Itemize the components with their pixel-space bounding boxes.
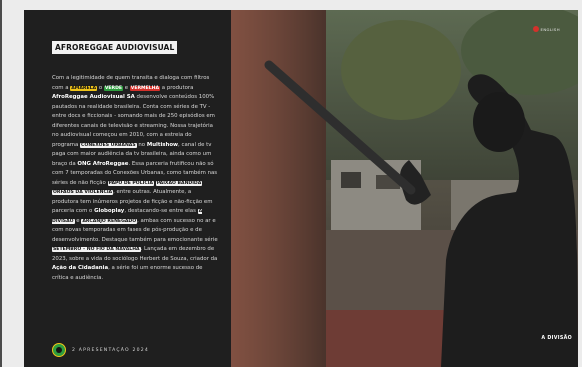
window <box>341 172 361 188</box>
viewer-edge <box>0 0 2 367</box>
brand-name: Globoplay <box>94 208 125 214</box>
text-run: no <box>138 141 146 148</box>
tag-verde: VERDE <box>103 85 124 91</box>
photo-caption: A DIVISÃO <box>541 336 572 341</box>
text-run: a produtora <box>161 84 194 91</box>
tag-arcanjo-renegado: ARCANJO RENEGADO <box>81 218 138 224</box>
tag-orfaos-da-violencia: ÓRFÃOS DA VIOLÊNCIA <box>52 190 114 195</box>
viewer-left-margin <box>0 0 24 367</box>
tag-vermelha: VERMELHA <box>129 85 161 91</box>
text-run: , destacando-se entre elas <box>124 208 196 214</box>
language-flag-icon <box>532 26 539 32</box>
tag-conexoes-urbanas: CONEXÕES URBANAS <box>80 142 137 148</box>
page-footer: 2 APRESENTAÇÃO 2024 <box>52 343 149 357</box>
brand-name: Ação da Cidadania <box>52 265 109 271</box>
tag-setembro: SETEMBRO – NO FIO DA NAVALHA <box>52 247 141 252</box>
text-run: desenvolve conteúdos 100% pautados na re… <box>52 94 215 148</box>
body-paragraph: Com a legitimidade de quem transita e di… <box>52 74 219 283</box>
text-run: e <box>76 217 80 224</box>
brand-name: Multishow <box>146 141 179 148</box>
section-heading: AFROREGGAE AUDIOVISUAL <box>52 41 178 54</box>
person-head <box>473 92 525 152</box>
photo-illustration <box>231 10 578 367</box>
tag-amarela: AMARELA <box>70 85 98 91</box>
tag-paixao-bandida: PAIXÃO BANDIDA <box>155 180 203 186</box>
text-panel: AFROREGGAE AUDIOVISUAL Com a legitimidad… <box>24 10 231 367</box>
tree <box>341 20 461 120</box>
afroreggae-logo-icon <box>52 343 66 357</box>
tag-papo-de-policia: PAPO DE POLÍCIA <box>107 180 154 186</box>
brand-name: AfroReggae Audiovisual SA <box>52 94 135 100</box>
presentation-page: AFROREGGAE AUDIOVISUAL Com a legitimidad… <box>24 10 578 367</box>
language-switch[interactable]: ENGLISH <box>532 26 560 32</box>
hero-photo: ENGLISH A DIVISÃO <box>231 10 578 367</box>
language-label: ENGLISH <box>540 26 560 32</box>
brick-shade <box>231 10 326 367</box>
text-run: o <box>98 84 103 91</box>
text-run: e <box>124 84 129 91</box>
page-label: 2 APRESENTAÇÃO 2024 <box>72 347 149 353</box>
brand-name: ONG AfroReggae <box>77 160 129 167</box>
